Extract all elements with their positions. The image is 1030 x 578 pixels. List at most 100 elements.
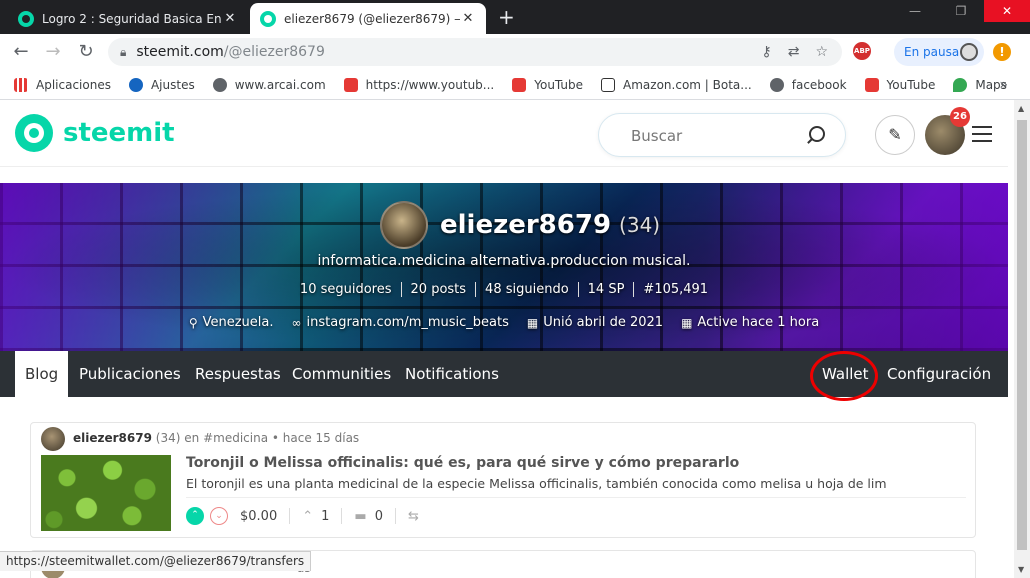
joined-text: Unió abril de 2021	[543, 315, 664, 330]
profile-avatar[interactable]	[380, 201, 428, 249]
profile-website[interactable]: ∞ instagram.com/m_music_beats	[292, 315, 509, 330]
link-status-bar: https://steemitwallet.com/@eliezer8679/t…	[0, 551, 312, 571]
post-author[interactable]: eliezer8679	[73, 431, 152, 445]
downvote-button[interactable]: ⌄	[210, 507, 228, 525]
url-path: /@eliezer8679	[223, 44, 325, 60]
profile-banner: eliezer8679 (34) informatica.medicina al…	[0, 183, 1008, 351]
bookmark-label: Amazon.com | Bota...	[623, 77, 752, 92]
website-text[interactable]: instagram.com/m_music_beats	[307, 315, 509, 330]
translate-icon[interactable]: ⇄	[788, 44, 800, 60]
url-host: steemit.com	[136, 44, 224, 60]
upvote-button[interactable]: ⌃	[186, 507, 204, 525]
back-button[interactable]: ←	[10, 41, 32, 63]
scroll-up-icon[interactable]: ▲	[1018, 104, 1024, 113]
comment-icon: ▬	[354, 508, 367, 524]
maps-icon	[953, 77, 968, 92]
tab-configuracion[interactable]: Configuración	[887, 351, 991, 397]
bookmark-label: https://www.youtub...	[365, 77, 495, 92]
author-avatar[interactable]	[41, 427, 65, 451]
adblock-icon[interactable]: ABP	[853, 42, 871, 60]
bookmark-label: www.arcai.com	[234, 77, 326, 92]
reload-button[interactable]: ↻	[75, 41, 97, 63]
bookmark-label: YouTube	[534, 77, 584, 92]
divider	[289, 508, 291, 524]
post-excerpt[interactable]: El toronjil es una planta medicinal de l…	[186, 476, 886, 491]
hamburger-menu-icon[interactable]	[972, 126, 992, 142]
browser-tab[interactable]: Logro 2 : Seguridad Basica En Ste ✕	[8, 3, 248, 34]
post-card[interactable]: eliezer8679 (34) en #medicina • hace 15 …	[30, 422, 976, 538]
bookmark-item[interactable]: Amazon.com | Bota...	[601, 77, 752, 92]
post-time[interactable]: hace 15 días	[283, 431, 359, 445]
post-community[interactable]: #medicina	[203, 431, 268, 445]
bookmark-item[interactable]: facebook	[769, 77, 847, 92]
steem-power: 14 SP	[579, 282, 635, 297]
comment-count[interactable]: 0	[375, 509, 383, 524]
bookmarks-bar: Aplicaciones Ajustes www.arcai.com https…	[0, 70, 1030, 100]
new-tab-button[interactable]: +	[498, 5, 515, 29]
author-reputation: (34)	[155, 431, 181, 445]
close-tab-icon[interactable]: ✕	[222, 11, 238, 26]
post-payout[interactable]: $0.00	[240, 509, 277, 524]
location-pin-icon: ⚲	[188, 315, 198, 330]
bookmark-item[interactable]: https://www.youtub...	[343, 77, 495, 92]
following-link[interactable]: 48 siguiendo	[476, 282, 579, 297]
scrollbar-thumb[interactable]	[1017, 120, 1027, 550]
notification-badge[interactable]: 26	[950, 107, 970, 127]
update-warning-icon[interactable]: !	[993, 43, 1011, 61]
location-text: Venezuela.	[202, 315, 274, 330]
active-text: Active hace 1 hora	[697, 315, 820, 330]
divider	[394, 508, 396, 524]
bookmark-item[interactable]: Aplicaciones	[14, 77, 111, 92]
tab-blog[interactable]: Blog	[15, 351, 69, 397]
tab-communities[interactable]: Communities	[292, 351, 391, 397]
page-scrollbar[interactable]: ▲ ▼	[1014, 100, 1030, 578]
wallet-highlight-circle	[810, 351, 878, 401]
followers-link[interactable]: 10 seguidores	[291, 282, 402, 297]
restore-window-button[interactable]: ❐	[938, 0, 984, 22]
search-icon[interactable]	[809, 126, 825, 142]
profile-stats: 10 seguidores 20 posts 48 siguiendo 14 S…	[0, 282, 1008, 297]
vote-count[interactable]: 1	[321, 509, 329, 524]
scroll-down-icon[interactable]: ▼	[1018, 565, 1024, 574]
close-window-button[interactable]: ✕	[984, 0, 1030, 22]
browser-tab-title: Logro 2 : Seguridad Basica En Ste	[42, 11, 222, 26]
forward-button[interactable]: →	[42, 41, 64, 63]
profile-about: informatica.medicina alternativa.producc…	[317, 253, 691, 269]
tab-respuestas[interactable]: Respuestas	[195, 351, 281, 397]
post-footer: ⌃ ⌄ $0.00 ⌃ 1 ▬ 0 ⇆	[186, 507, 427, 525]
youtube-icon	[512, 77, 527, 92]
compose-post-button[interactable]: ✎	[875, 115, 915, 155]
bookmark-item[interactable]: Ajustes	[128, 77, 195, 92]
steemit-logo[interactable]: steemit	[15, 114, 175, 152]
bookmark-item[interactable]: YouTube	[864, 77, 935, 92]
post-thumbnail[interactable]	[41, 455, 171, 531]
bookmark-label: Ajustes	[150, 77, 195, 92]
tab-notifications[interactable]: Notifications	[405, 351, 499, 397]
youtube-icon	[343, 77, 358, 92]
browser-tab-active[interactable]: eliezer8679 (@eliezer8679) — Ste ✕	[250, 3, 486, 34]
bookmark-item[interactable]: YouTube	[512, 77, 584, 92]
minimize-window-button[interactable]: —	[892, 0, 938, 22]
divider	[186, 497, 966, 498]
browser-toolbar: ← → ↻ 🔒︎ steemit.com/@eliezer8679 ⚷ ⇄ ☆ …	[0, 34, 1030, 70]
bookmark-item[interactable]: www.arcai.com	[212, 77, 326, 92]
resteem-icon[interactable]: ⇆	[408, 509, 419, 524]
tab-publicaciones[interactable]: Publicaciones	[79, 351, 181, 397]
key-icon[interactable]: ⚷	[761, 44, 771, 60]
calendar-icon: ▦	[681, 315, 693, 330]
amazon-icon	[601, 77, 616, 92]
sync-paused-button[interactable]: En pausa	[894, 38, 984, 66]
rank: #105,491	[643, 282, 709, 297]
divider	[341, 508, 343, 524]
globe-icon	[212, 77, 227, 92]
post-header: eliezer8679 (34) en #medicina • hace 15 …	[73, 431, 359, 445]
bookmark-label: facebook	[791, 77, 847, 92]
address-bar[interactable]: 🔒︎ steemit.com/@eliezer8679 ⚷ ⇄ ☆	[108, 38, 842, 66]
close-tab-icon[interactable]: ✕	[460, 11, 476, 26]
star-icon[interactable]: ☆	[815, 44, 828, 60]
browser-tab-title: eliezer8679 (@eliezer8679) — Ste	[284, 11, 460, 26]
more-bookmarks-icon[interactable]: »	[999, 77, 1008, 93]
search-placeholder: Buscar	[631, 127, 683, 145]
search-input[interactable]: Buscar	[598, 113, 846, 157]
post-title[interactable]: Toronjil o Melissa officinalis: qué es, …	[186, 455, 739, 471]
